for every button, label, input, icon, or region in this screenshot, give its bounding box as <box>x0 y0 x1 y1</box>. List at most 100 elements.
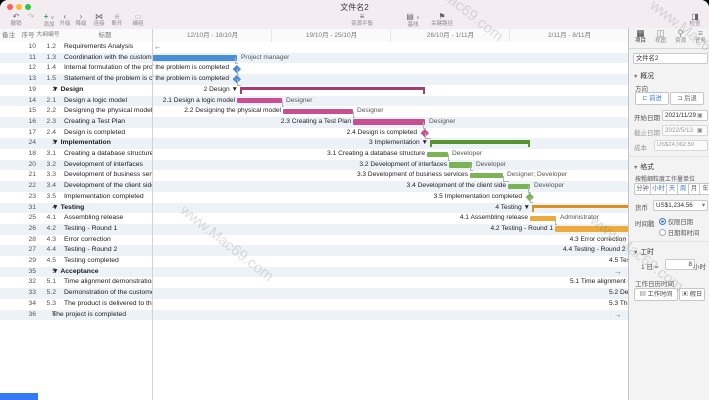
task-title-cell: ▼ Testing <box>52 203 152 214</box>
holidays-button[interactable]: ▣ 假日 <box>679 288 705 301</box>
task-row[interactable]: 172.4Design is completed2.4 Design is co… <box>0 128 628 139</box>
chevron-down-icon: ∨ <box>51 15 55 21</box>
baselines-button[interactable]: ▤ ∨ 基线 <box>402 13 424 28</box>
task-row[interactable]: 274.4Testing - Round 24.4 Testing - Roun… <box>0 245 628 256</box>
gantt-bar[interactable] <box>508 184 530 189</box>
project-name-input[interactable] <box>633 53 708 64</box>
gantt-task-label: 5.3 The product is delivered to the cust… <box>609 299 628 310</box>
task-row[interactable]: 284.3Error correction4.3 Error correctio… <box>0 235 628 246</box>
chevron-down-icon: ∨ <box>416 15 420 21</box>
task-row[interactable]: 142.1Design a logic model2.1 Design a lo… <box>0 96 628 107</box>
dependency-connector <box>528 186 531 192</box>
task-row[interactable]: 366The project is completed→ <box>0 310 628 321</box>
task-row[interactable]: 213.3Development of business services3.3… <box>0 170 628 181</box>
task-row[interactable]: 314▼ Testing4 Testing ▼ <box>0 203 628 214</box>
gantt-row: ← <box>152 42 628 53</box>
unit-option-1[interactable]: 分钟 <box>634 183 651 195</box>
gantt-bar[interactable] <box>237 98 282 103</box>
task-title-cell: ▼ Implementation <box>52 138 152 149</box>
unit-option-2[interactable]: 小时 <box>650 183 667 195</box>
task-wbs-cell: 2.3 <box>32 117 56 128</box>
task-row[interactable]: 325.1Time alignment demonstration5.1 Tim… <box>0 277 628 288</box>
level-resources-icon: ≡ <box>348 13 376 21</box>
gantt-bar[interactable] <box>449 162 472 167</box>
gantt-group-bracket[interactable] <box>430 140 530 144</box>
task-title-cell: Statement of the problem is completed <box>64 74 152 85</box>
disclosure-triangle-icon: ▼ <box>633 165 638 171</box>
gantt-task-label: 2.1 Design a logic model <box>152 96 235 107</box>
gantt-bar[interactable] <box>353 119 425 124</box>
gantt-row: 5.2 Demonstration of the customer <box>152 288 628 299</box>
app-window: 文件名2 ↶ 撤销 ↷ + ∨ 添加 ‹ 升级 › 降级 ⋈ 连接 ⋇ 断开 <box>0 0 709 400</box>
outdent-button[interactable]: ‹ 升级 <box>58 13 72 27</box>
direction-forward-button[interactable]: ⊏ 前进 <box>635 92 669 105</box>
gantt-task-label: 4.4 Testing - Round 2 <box>563 245 626 256</box>
task-row[interactable]: 345.3The product is delivered to the cus… <box>0 299 628 310</box>
gantt-bar[interactable] <box>470 173 503 178</box>
column-header-title[interactable]: 标题 <box>58 29 152 42</box>
indent-button[interactable]: › 降级 <box>74 13 88 27</box>
gantt-bar[interactable] <box>555 226 628 231</box>
inspector-panel: ▦ 项目 ◫ 视图 ⚲ 资源 ≡ 任务 ▼ 概况 方向 ⊏ 前进 ⊐ 后退 开始… <box>628 28 709 400</box>
header-row: 备注 序号 大纲编号 标题 12/10月 - 18/10月 19/10月 - 2… <box>0 29 709 43</box>
gantt-bar[interactable] <box>283 109 353 114</box>
timestamp-dates-only-radio[interactable]: 仅限日期 <box>659 217 693 226</box>
tab-task[interactable]: ≡ 任务 <box>691 29 709 45</box>
task-row[interactable]: 101.2Requirements Analysis← <box>0 42 628 53</box>
currency-dropdown[interactable]: US$1,234.56 ▾ <box>653 200 708 211</box>
task-row[interactable]: 121.4Internal formulation of the problem… <box>0 63 628 74</box>
task-row[interactable]: 335.2Demonstration of the customer5.2 De… <box>0 288 628 299</box>
task-row[interactable]: 192▼ Design2 Design ▼ <box>0 85 628 96</box>
task-title-cell: ▼ Acceptance <box>52 267 152 278</box>
level-resources-button[interactable]: ≡ 资源平衡 <box>348 13 376 27</box>
redo-button[interactable]: ↷ <box>24 13 38 27</box>
gantt-group-bracket[interactable] <box>240 87 425 91</box>
gantt-bar[interactable] <box>530 216 556 221</box>
task-row[interactable]: 203.2Development of interfaces3.2 Develo… <box>0 160 628 171</box>
timestamp-dates-times-radio[interactable]: 日期和时间 <box>659 228 699 237</box>
task-row[interactable]: 254.1Assembling release4.1 Assembling re… <box>0 213 628 224</box>
dependency-connector <box>353 112 355 118</box>
gantt-resource-label: Developer <box>534 181 564 192</box>
task-row[interactable]: 162.3Creating a Test Plan2.3 Creating a … <box>0 117 628 128</box>
task-row[interactable]: 131.5Statement of the problem is complet… <box>0 74 628 85</box>
gantt-bar[interactable] <box>152 55 237 60</box>
calendar-icon[interactable]: ▣ <box>697 127 703 134</box>
table-gantt-divider[interactable] <box>152 29 153 400</box>
connect-button[interactable]: ⋈ 连接 <box>92 13 106 27</box>
tab-views[interactable]: ◫ 视图 <box>651 29 670 45</box>
add-task-button[interactable]: + ∨ 添加 <box>40 13 58 28</box>
task-row[interactable]: 355▼ Acceptance→ <box>0 267 628 278</box>
task-row[interactable]: 152.2Designing the physical model2.2 Des… <box>0 106 628 117</box>
gantt-task-label: 2.2 Designing the physical model <box>152 106 281 117</box>
gantt-bar[interactable] <box>427 152 448 157</box>
gantt-row: 2.4 Design is completed <box>152 128 628 139</box>
column-header-wbs[interactable]: 大纲编号 <box>36 29 60 42</box>
critical-path-button[interactable]: ⚑ 关键路径 <box>428 13 456 27</box>
group-button[interactable]: ▭ 编组 <box>130 13 146 27</box>
gantt-task-label: 1.4 Internal formulation of the problem … <box>152 63 229 74</box>
tab-resources[interactable]: ⚲ 资源 <box>671 29 690 45</box>
direction-backward-button[interactable]: ⊐ 后退 <box>670 92 704 105</box>
task-wbs-cell: 5.3 <box>32 299 56 310</box>
hours-per-day-input[interactable] <box>665 259 695 270</box>
unit-option-6[interactable]: 年 <box>699 183 709 195</box>
task-row[interactable]: 243▼ Implementation3 Implementation ▼ <box>0 138 628 149</box>
currency-label: 货币 <box>635 202 648 212</box>
column-header-id[interactable]: 序号 <box>18 29 38 42</box>
undo-button[interactable]: ↶ 撤销 <box>8 13 24 27</box>
inspector-toggle-button[interactable]: ◨ 检查 <box>686 13 704 27</box>
disconnect-button[interactable]: ⋇ 断开 <box>110 13 124 27</box>
task-row[interactable]: 111.3Coordination with the customerProje… <box>0 53 628 64</box>
gantt-group-bracket[interactable] <box>532 205 628 209</box>
gantt-row: 3 Implementation ▼ <box>152 138 628 149</box>
task-row[interactable]: 233.5Implementation completed3.5 Impleme… <box>0 192 628 203</box>
task-row[interactable]: 294.5Testing completed4.5 Testing comple… <box>0 256 628 267</box>
task-row[interactable]: 223.4Development of the client side3.4 D… <box>0 181 628 192</box>
tab-project[interactable]: ▦ 项目 <box>631 29 650 45</box>
regular-hours-button[interactable]: ▤ 工作时间 <box>634 288 678 301</box>
task-row[interactable]: 264.2Testing - Round 14.2 Testing - Roun… <box>0 224 628 235</box>
task-wbs-cell: 3.3 <box>32 170 56 181</box>
calendar-icon[interactable]: ▣ <box>697 112 703 119</box>
task-row[interactable]: 183.1Creating a database structure3.1 Cr… <box>0 149 628 160</box>
